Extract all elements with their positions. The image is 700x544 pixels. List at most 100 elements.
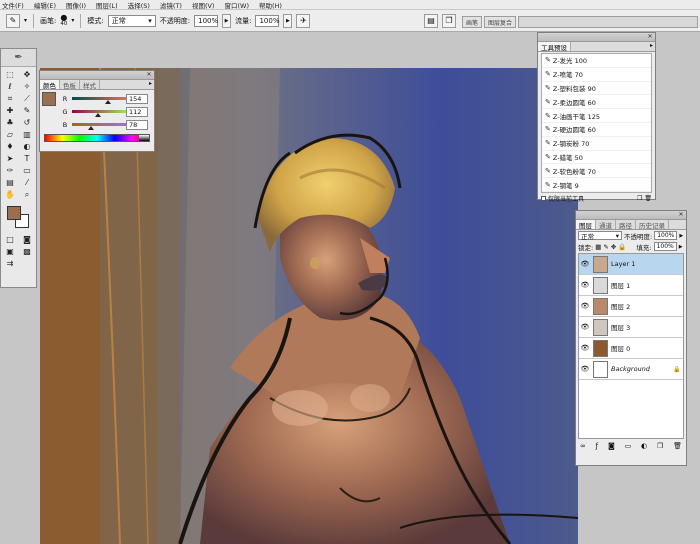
menu-file[interactable]: 文件(F)	[2, 0, 24, 10]
blur-tool[interactable]: ♦	[2, 141, 18, 152]
history-brush-tool[interactable]: ↺	[19, 117, 35, 128]
menu-image[interactable]: 图像(I)	[66, 0, 86, 10]
preset-item[interactable]: ✎ Z-钢笔 9	[542, 178, 651, 192]
lock-position-icon[interactable]: ✥	[611, 243, 616, 251]
green-input[interactable]: 112	[126, 106, 148, 117]
lock-pixels-icon[interactable]: ✎	[603, 243, 608, 251]
new-document-button[interactable]: ❐	[442, 13, 456, 28]
new-layer-icon[interactable]: ❐	[657, 442, 663, 450]
menu-edit[interactable]: 编辑(E)	[34, 0, 56, 10]
foreground-color-swatch[interactable]	[7, 206, 21, 220]
tab-tool-presets[interactable]: 工具预设	[538, 42, 571, 52]
layer-row[interactable]: 👁 图层 0	[579, 338, 683, 359]
standard-mode-button[interactable]: □	[2, 234, 18, 245]
preset-item[interactable]: ✎ Z-软色粉笔 70	[542, 164, 651, 179]
adjustment-layer-icon[interactable]: ◐	[641, 442, 647, 450]
trash-icon[interactable]: 🗑	[644, 195, 655, 202]
pen-tool[interactable]: ✑	[2, 165, 18, 176]
tool-preset-picker[interactable]: ✎	[6, 13, 20, 28]
preset-item[interactable]: ✎ Z-塑料包装 90	[542, 82, 651, 96]
visibility-eye-icon[interactable]: 👁	[579, 344, 591, 352]
path-selection-tool[interactable]: ➤	[2, 153, 18, 164]
layer-row[interactable]: 👁 Background 🔒	[579, 359, 683, 380]
tab-color[interactable]: 颜色	[40, 80, 60, 90]
opacity-slider-button[interactable]: ▶	[222, 13, 232, 28]
dodge-tool[interactable]: ◐	[19, 141, 35, 152]
shape-tool[interactable]: ▭	[19, 165, 35, 176]
notes-tool[interactable]: ▤	[2, 177, 18, 188]
visibility-eye-icon[interactable]: 👁	[579, 260, 591, 268]
fill-input[interactable]: 100%	[653, 242, 677, 251]
slice-tool[interactable]: ⟋	[19, 93, 35, 104]
magic-wand-tool[interactable]: ✧	[19, 81, 35, 92]
screen-mode-standard[interactable]: ▣	[2, 246, 18, 257]
crop-tool[interactable]: ⌗	[2, 93, 18, 104]
layer-row[interactable]: 👁 图层 3	[579, 317, 683, 338]
tab-paths[interactable]: 路径	[616, 220, 636, 230]
type-tool[interactable]: T	[19, 153, 35, 164]
flow-slider-button[interactable]: ▶	[283, 13, 293, 28]
menu-help[interactable]: 帮助(H)	[259, 0, 282, 10]
brush-dropdown-arrow-icon[interactable]: ▾	[71, 17, 74, 24]
menu-layer[interactable]: 图层(L)	[96, 0, 118, 10]
layer-mask-icon[interactable]: ◙	[608, 442, 615, 450]
new-group-icon[interactable]: ▭	[625, 442, 632, 450]
blend-mode-select[interactable]: 正常 ▾	[578, 231, 622, 241]
color-panel-titlebar[interactable]: ✕	[40, 71, 154, 80]
opacity-input[interactable]: 100%	[194, 14, 218, 27]
blue-slider-thumb[interactable]	[87, 126, 94, 130]
gradient-tool[interactable]: ▥	[19, 129, 35, 140]
clone-stamp-tool[interactable]: ♣	[2, 117, 18, 128]
layer-opacity-input[interactable]: 100%	[654, 231, 678, 240]
tab-swatches[interactable]: 色板	[60, 80, 80, 90]
brush-picker[interactable]: ● 40	[60, 13, 67, 28]
layer-row[interactable]: 👁 图层 1	[579, 275, 683, 296]
preset-dropdown-arrow-icon[interactable]: ▾	[24, 17, 27, 24]
preset-item[interactable]: ✎ Z-蜡笔 50	[542, 151, 651, 165]
visibility-eye-icon[interactable]: 👁	[579, 302, 591, 310]
brush-tool[interactable]: ✎	[19, 105, 35, 116]
red-input[interactable]: 154	[126, 93, 148, 104]
hand-tool[interactable]: ✋	[2, 189, 18, 200]
mode-select[interactable]: 正常 ▾	[107, 14, 156, 27]
tab-channels[interactable]: 通道	[596, 220, 616, 230]
preset-item[interactable]: ✎ Z-柔边圆笔 60	[542, 95, 651, 110]
chevron-right-icon[interactable]: ▶	[679, 233, 683, 239]
visibility-eye-icon[interactable]: 👁	[579, 281, 591, 289]
lock-transparency-icon[interactable]: ▦	[595, 243, 601, 251]
preset-item[interactable]: ✎ Z-油画干笔 125	[542, 109, 651, 123]
panel-menu-icon[interactable]: ▸	[650, 42, 655, 51]
file-browser-button[interactable]: ▤	[424, 13, 438, 28]
layer-row[interactable]: 👁 Layer 1	[579, 254, 683, 275]
toolbox-header[interactable]: ✒	[1, 49, 36, 67]
lasso-tool[interactable]: ℓ	[2, 81, 18, 92]
color-spectrum-bar[interactable]	[44, 134, 150, 142]
jump-to-imageready[interactable]: ⇉	[2, 258, 18, 269]
healing-brush-tool[interactable]: ✚	[2, 105, 18, 116]
zoom-tool[interactable]: ⌕	[19, 189, 35, 200]
tab-layers[interactable]: 图层	[576, 220, 596, 230]
close-icon[interactable]: ✕	[146, 72, 152, 78]
menu-filter[interactable]: 滤镜(T)	[160, 0, 182, 10]
green-slider-thumb[interactable]	[95, 113, 102, 117]
tab-styles[interactable]: 样式	[80, 80, 100, 90]
visibility-eye-icon[interactable]: 👁	[579, 323, 591, 331]
red-slider-thumb[interactable]	[105, 100, 111, 104]
well-tab-layer-comps[interactable]: 图层复合	[484, 16, 517, 28]
link-icon[interactable]: ∞	[580, 442, 586, 450]
close-icon[interactable]: ✕	[647, 34, 653, 40]
chevron-right-icon[interactable]: ▶	[679, 244, 683, 250]
new-preset-icon[interactable]: ❐	[637, 195, 642, 202]
airbrush-button[interactable]: ✈	[296, 13, 311, 28]
preset-item[interactable]: ✎ Z-喷笔 70	[542, 68, 651, 82]
blue-slider[interactable]	[72, 123, 132, 130]
flow-input[interactable]: 100%	[255, 14, 279, 27]
green-slider[interactable]	[72, 110, 132, 117]
eraser-tool[interactable]: ▱	[2, 129, 18, 140]
preset-item[interactable]: ✎ Z-硬边圆笔 60	[542, 123, 651, 137]
marquee-tool[interactable]: ⬚	[2, 69, 18, 80]
visibility-eye-icon[interactable]: 👁	[579, 365, 591, 373]
red-slider[interactable]	[72, 97, 132, 104]
screen-mode-full[interactable]: ▩	[19, 246, 35, 257]
close-icon[interactable]: ✕	[678, 212, 684, 218]
